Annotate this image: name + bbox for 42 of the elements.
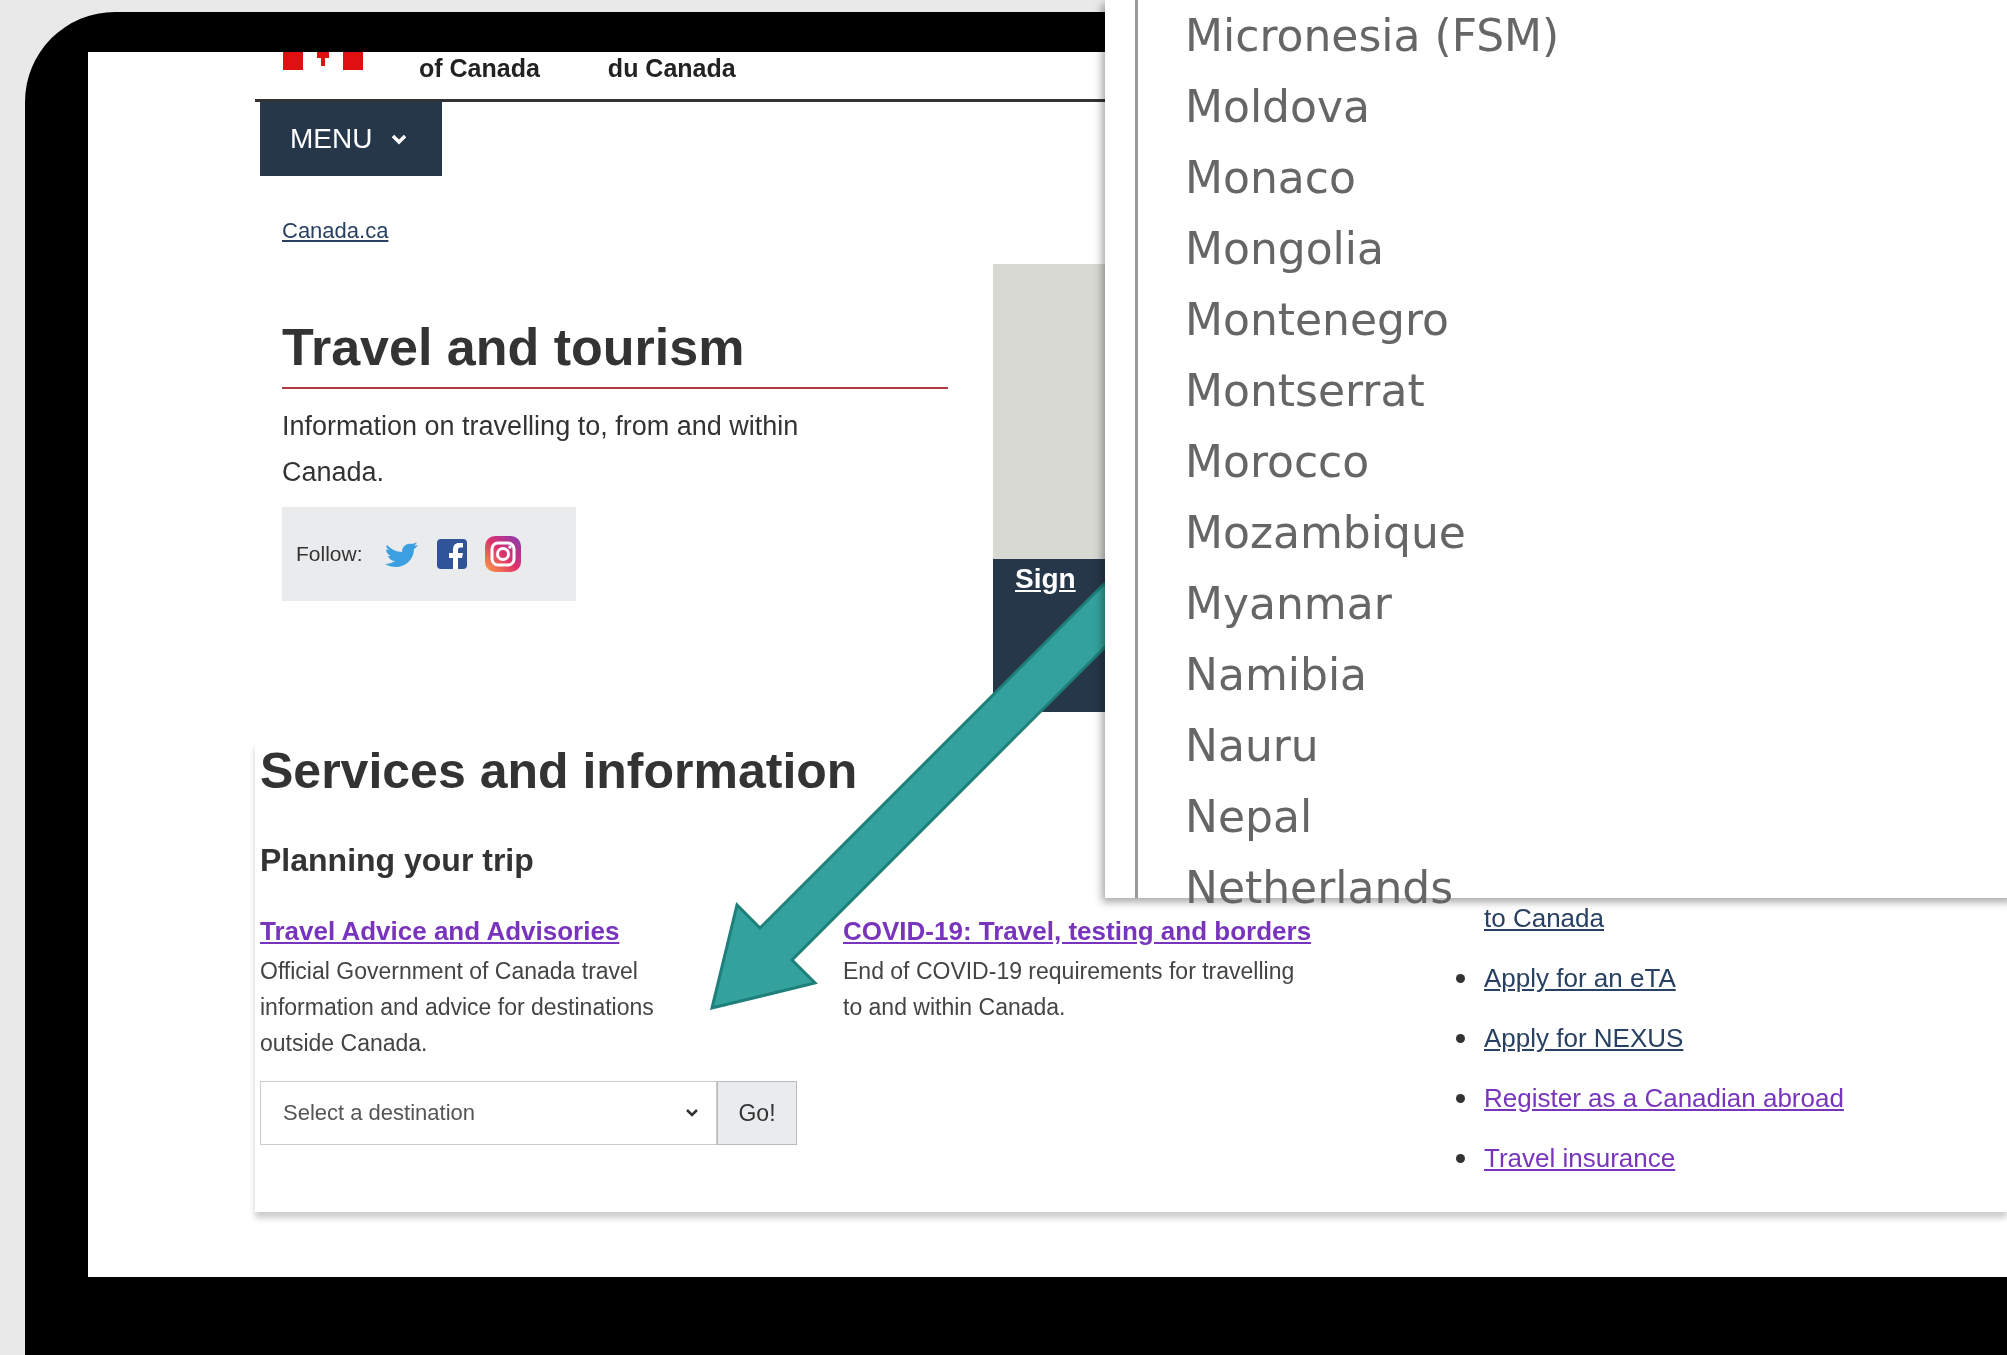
dropdown-option[interactable]: Morocco [1185, 426, 1370, 497]
destination-select[interactable]: Select a destination [260, 1081, 717, 1145]
service-link[interactable]: Travel Advice and Advisories [260, 916, 620, 946]
dropdown-option[interactable]: Namibia [1185, 639, 1368, 710]
resource-link[interactable]: Apply for NEXUS [1484, 1022, 1684, 1054]
service-description: Official Government of Canada travel information and advice for destinations outside Canada. [260, 957, 655, 1058]
dropdown-option[interactable]: Monaco [1185, 142, 1356, 213]
resource-link[interactable]: Register as a Canadian abroad [1484, 1082, 1844, 1114]
service-description: End of COVID-19 requirements for travelling to and within Canada. [843, 957, 1296, 1022]
site-name: of Canada [419, 54, 540, 83]
service-link[interactable]: COVID-19: Travel, testing and borders [843, 916, 1312, 946]
site-name: du Canada [607, 54, 736, 83]
dropdown-option[interactable]: Montenegro [1185, 284, 1450, 355]
chevron-icon [390, 132, 409, 146]
breadcrumb-link[interactable]: Canada.ca [282, 218, 389, 244]
bullet-icon [1456, 1153, 1465, 1163]
instagram-icon[interactable] [484, 536, 521, 572]
page-title: Travel and tourism [282, 317, 948, 389]
resource-link[interactable]: Travel insurance [1484, 1142, 1676, 1174]
dropdown-option[interactable]: Mozambique [1185, 497, 1466, 568]
menu-button[interactable]: MENU [260, 102, 442, 176]
bullet-icon [1456, 973, 1465, 983]
resource-link[interactable]: Apply for an eTA [1484, 962, 1676, 994]
bullet-icon [1456, 1093, 1465, 1103]
intro-text: Information on travelling to, from and within Canada. [282, 410, 800, 489]
chevron-icon [684, 1107, 700, 1119]
subsection-heading: Planning your trip [260, 842, 534, 879]
dropdown-option[interactable]: Nauru [1185, 710, 1319, 781]
resource-link[interactable]: to Canada [1484, 902, 1604, 934]
dropdown-option[interactable]: Myanmar [1185, 568, 1392, 639]
flag-icon [283, 52, 363, 70]
bullet-icon [1456, 1033, 1465, 1043]
go-button[interactable]: Go! [717, 1081, 797, 1145]
follow-label: Follow: [296, 542, 363, 566]
dropdown-option[interactable]: Montserrat [1185, 355, 1425, 426]
dropdown-option[interactable]: Moldova [1185, 71, 1370, 142]
dropdown-option[interactable]: Nepal [1185, 781, 1313, 852]
dropdown-option[interactable]: Mongolia [1185, 213, 1385, 284]
dropdown-option[interactable]: Micronesia (FSM) [1185, 0, 1560, 71]
promo-link[interactable]: Sign [1015, 563, 1076, 594]
facebook-icon[interactable] [436, 539, 467, 569]
section-heading: Services and information [260, 742, 858, 800]
